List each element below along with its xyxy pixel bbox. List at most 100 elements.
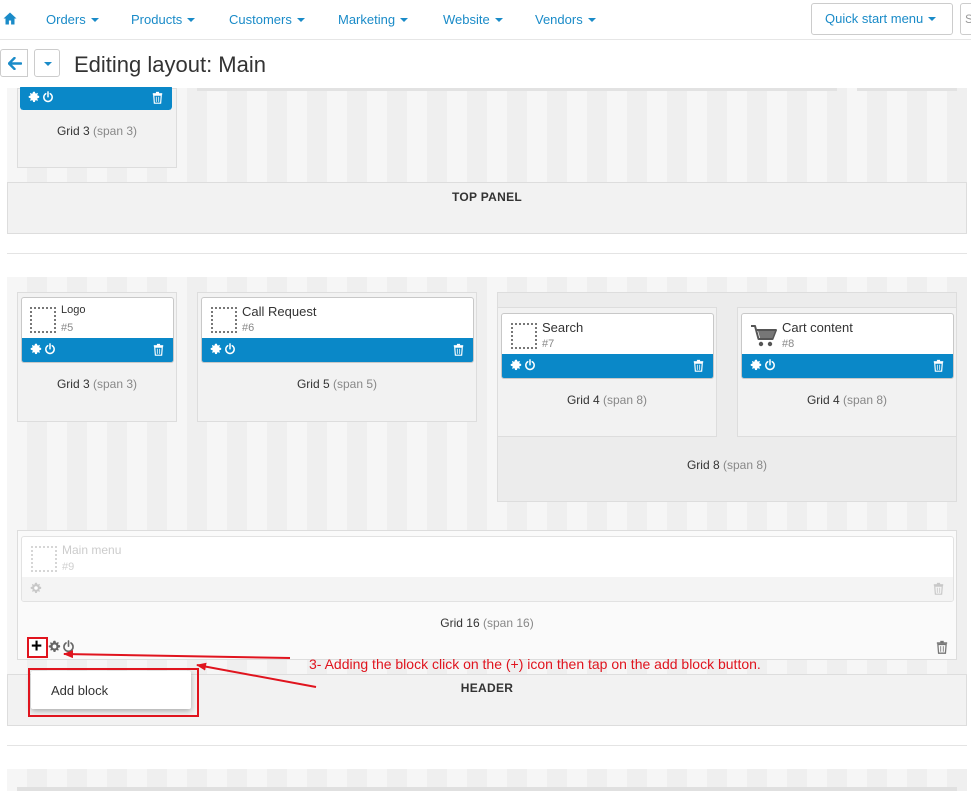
grid-span: (span 16) <box>483 616 534 630</box>
nav-products-label: Products <box>131 12 183 27</box>
block-toolbar <box>22 338 173 362</box>
trash-icon[interactable] <box>933 359 944 372</box>
nav-website[interactable]: Website <box>443 12 503 27</box>
gear-icon[interactable] <box>210 343 222 355</box>
caret-down-icon <box>494 18 503 22</box>
nav-customers[interactable]: Customers <box>229 12 305 27</box>
gear-icon[interactable] <box>30 343 42 355</box>
cart-icon <box>750 323 778 352</box>
grid-3-top[interactable]: Grid 3 (span 3) <box>17 85 177 168</box>
block-toolbar <box>22 577 953 601</box>
caret-down-icon <box>187 18 196 22</box>
home-icon[interactable] <box>3 12 17 26</box>
caret-down-icon <box>296 18 305 22</box>
top-panel-container: TOP PANEL <box>7 182 967 234</box>
grid-4-cart[interactable]: Cart content #8 Grid 4 (span 8) <box>737 307 957 437</box>
caret-down-icon <box>90 18 99 22</box>
annotation-highlight-box <box>28 668 199 717</box>
grid-16[interactable]: Main menu #9 Grid 16 (span 16) <box>17 530 957 660</box>
placeholder-icon <box>211 307 237 333</box>
grid-span: (span 8) <box>603 393 648 407</box>
block-name: Main menu <box>62 543 122 557</box>
section-divider <box>7 745 967 746</box>
block-search[interactable]: Search #7 <box>501 313 714 379</box>
trash-icon[interactable] <box>933 582 944 595</box>
block-id: #5 <box>61 322 74 334</box>
block-toolbar <box>202 338 473 362</box>
grid-span: (span 5) <box>333 377 378 391</box>
grid-name: Grid 5 <box>296 377 330 391</box>
caret-down-icon <box>44 62 52 66</box>
power-icon[interactable] <box>224 343 236 355</box>
add-block-plus-button[interactable]: + <box>27 636 48 658</box>
block-name: Logo <box>61 304 86 316</box>
nav-website-label: Website <box>443 12 490 27</box>
grid-name: Grid 3 <box>56 377 90 391</box>
title-bar: Editing layout: Main <box>0 41 971 88</box>
grid-edge <box>857 88 957 91</box>
nav-vendors[interactable]: Vendors <box>535 12 596 27</box>
block-toolbar <box>502 354 713 378</box>
top-navigation: Orders Products Customers Marketing Webs… <box>0 0 971 40</box>
placeholder-icon <box>31 546 57 572</box>
grid-label: Grid 16 (span 16) <box>18 616 956 630</box>
gear-icon[interactable] <box>48 640 61 653</box>
annotation-text: 3- Adding the block click on the (+) ico… <box>309 656 761 672</box>
block-name: Search <box>542 320 584 335</box>
trash-icon[interactable] <box>693 359 704 372</box>
nav-orders[interactable]: Orders <box>46 12 99 27</box>
block-bar-stub <box>20 85 172 110</box>
block-id: #9 <box>62 561 75 573</box>
grid-edge <box>197 88 837 91</box>
grid-3[interactable]: Logo #5 Grid 3 (span 3) <box>17 292 177 422</box>
grid-4-search[interactable]: Search #7 Grid 4 (span 8) <box>497 307 717 437</box>
history-dropdown-button[interactable] <box>34 49 60 77</box>
block-toolbar <box>20 87 172 110</box>
grid-name: Grid 4 <box>566 393 600 407</box>
arrow-left-icon <box>8 57 22 70</box>
trash-icon[interactable] <box>453 343 464 356</box>
block-name: Cart content <box>782 320 853 335</box>
placeholder-icon <box>511 323 537 349</box>
block-cart-content[interactable]: Cart content #8 <box>741 313 954 379</box>
quick-start-menu-button[interactable]: Quick start menu <box>811 3 953 35</box>
grid-label: Grid 3 (span 3) <box>18 124 176 138</box>
next-section-grid-area <box>7 769 967 791</box>
block-logo[interactable]: Logo #5 <box>21 297 174 363</box>
power-icon[interactable] <box>764 359 776 371</box>
caret-down-icon <box>400 18 409 22</box>
back-button[interactable] <box>0 49 28 77</box>
grid-label: Grid 4 (span 8) <box>738 393 956 407</box>
grid-label: Grid 5 (span 5) <box>198 377 476 391</box>
grid-span: (span 3) <box>93 124 138 138</box>
section-divider <box>7 253 967 254</box>
grid-name: Grid 3 <box>56 124 90 138</box>
block-call-request[interactable]: Call Request #6 <box>201 297 474 363</box>
gear-icon[interactable] <box>28 91 40 103</box>
gear-icon[interactable] <box>750 359 762 371</box>
trash-icon[interactable] <box>936 640 948 654</box>
panel-label: TOP PANEL <box>451 190 523 204</box>
grid-5[interactable]: Call Request #6 Grid 5 (span 5) <box>197 292 477 422</box>
gear-icon[interactable] <box>510 359 522 371</box>
nav-products[interactable]: Products <box>131 12 196 27</box>
nav-customers-label: Customers <box>229 12 292 27</box>
placeholder-icon <box>30 307 56 333</box>
block-toolbar <box>742 354 953 378</box>
grid-span: (span 8) <box>843 393 888 407</box>
grid-edge <box>17 787 957 791</box>
nav-marketing-label: Marketing <box>338 12 396 27</box>
trash-icon[interactable] <box>152 91 163 104</box>
trash-icon[interactable] <box>153 343 164 356</box>
power-icon[interactable] <box>524 359 536 371</box>
search-input[interactable]: S <box>960 3 971 35</box>
block-main-menu[interactable]: Main menu #9 <box>21 536 954 602</box>
gear-icon[interactable] <box>30 582 42 594</box>
block-id: #7 <box>542 338 555 350</box>
plus-icon: + <box>31 636 43 657</box>
grid-label: Grid 4 (span 8) <box>498 393 716 407</box>
power-icon[interactable] <box>42 91 54 103</box>
power-icon[interactable] <box>44 343 56 355</box>
nav-marketing[interactable]: Marketing <box>338 12 409 27</box>
power-icon[interactable] <box>62 640 75 653</box>
